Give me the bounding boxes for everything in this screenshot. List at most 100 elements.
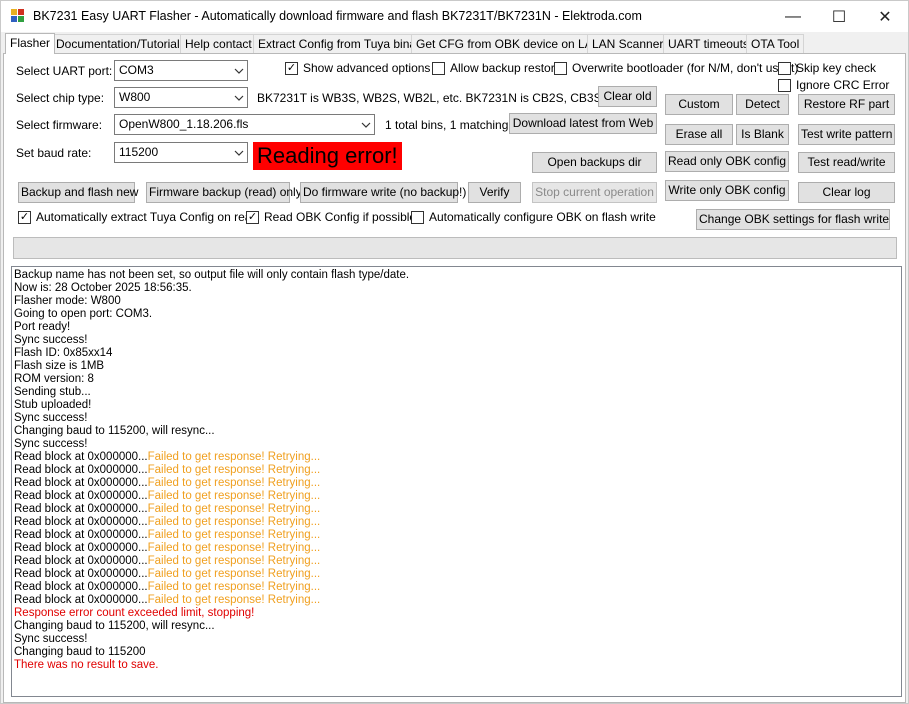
tab-ota-tool[interactable]: OTA Tool bbox=[746, 34, 805, 54]
baud-rate-label: Set baud rate: bbox=[16, 146, 92, 160]
clear-log-button[interactable]: Clear log bbox=[798, 182, 895, 203]
empty-checkbox-icon bbox=[432, 61, 445, 75]
chip-type-select[interactable]: W800 bbox=[114, 87, 248, 108]
log-text: Read block at 0x000000... bbox=[14, 477, 148, 489]
progress-bar bbox=[13, 237, 897, 259]
window-title: BK7231 Easy UART Flasher - Automatically… bbox=[33, 9, 642, 23]
log-line: Read block at 0x000000...Failed to get r… bbox=[14, 503, 901, 516]
tab-documentation[interactable]: Documentation/Tutorials bbox=[51, 34, 191, 54]
uart-port-label: Select UART port: bbox=[16, 64, 113, 78]
log-warning: Failed to get response! Retrying... bbox=[147, 451, 321, 463]
empty-checkbox-icon bbox=[554, 61, 567, 75]
log-line: Response error count exceeded limit, sto… bbox=[14, 607, 901, 620]
log-text: Changing baud to 115200 bbox=[14, 646, 146, 658]
erase-all-button[interactable]: Erase all bbox=[665, 124, 733, 145]
log-line: Port ready! bbox=[14, 321, 901, 334]
log-line: Changing baud to 115200 bbox=[14, 646, 901, 659]
log-warning: Failed to get response! Retrying... bbox=[147, 477, 321, 489]
overwrite-bootloader-checkbox[interactable]: Overwrite bootloader (for N/M, don't use… bbox=[554, 61, 798, 75]
tab-flasher[interactable]: Flasher bbox=[5, 33, 56, 54]
chevron-down-icon bbox=[234, 68, 244, 74]
change-obk-settings-button[interactable]: Change OBK settings for flash write bbox=[696, 209, 890, 230]
verify-button[interactable]: Verify bbox=[468, 182, 521, 203]
checkmark-icon: ✓ bbox=[285, 61, 298, 75]
log-line: Stub uploaded! bbox=[14, 399, 901, 412]
download-latest-button[interactable]: Download latest from Web bbox=[509, 113, 657, 134]
auto-extract-tuya-checkbox[interactable]: ✓ Automatically extract Tuya Config on r… bbox=[18, 210, 258, 224]
ignore-crc-checkbox[interactable]: Ignore CRC Error bbox=[778, 78, 889, 92]
log-line: Read block at 0x000000...Failed to get r… bbox=[14, 477, 901, 490]
log-line: There was no result to save. bbox=[14, 659, 901, 672]
log-warning: Failed to get response! Retrying... bbox=[147, 464, 321, 476]
custom-button[interactable]: Custom bbox=[665, 94, 733, 115]
log-textbox[interactable]: Backup name has not been set, so output … bbox=[11, 266, 902, 697]
chip-type-label: Select chip type: bbox=[16, 91, 105, 105]
log-line: Read block at 0x000000...Failed to get r… bbox=[14, 490, 901, 503]
read-only-obk-button[interactable]: Read only OBK config bbox=[665, 151, 789, 172]
log-text: Sync success! bbox=[14, 438, 88, 450]
maximize-button[interactable]: ☐ bbox=[816, 1, 862, 32]
minimize-button[interactable]: — bbox=[770, 1, 816, 32]
log-text: Changing baud to 115200, will resync... bbox=[14, 620, 215, 632]
log-line: Read block at 0x000000...Failed to get r… bbox=[14, 464, 901, 477]
log-error: There was no result to save. bbox=[14, 659, 159, 671]
read-obk-config-checkbox[interactable]: ✓ Read OBK Config if possible bbox=[246, 210, 416, 224]
title-bar[interactable]: BK7231 Easy UART Flasher - Automatically… bbox=[1, 1, 908, 32]
clear-old-button[interactable]: Clear old bbox=[598, 86, 657, 107]
log-line: Read block at 0x000000...Failed to get r… bbox=[14, 451, 901, 464]
log-text: Now is: 28 October 2025 18:56:35. bbox=[14, 282, 192, 294]
log-line: Read block at 0x000000...Failed to get r… bbox=[14, 529, 901, 542]
log-warning: Failed to get response! Retrying... bbox=[147, 503, 321, 515]
uart-port-select[interactable]: COM3 bbox=[114, 60, 248, 81]
open-backups-button[interactable]: Open backups dir bbox=[532, 152, 657, 173]
log-warning: Failed to get response! Retrying... bbox=[147, 490, 321, 502]
write-only-obk-button[interactable]: Write only OBK config bbox=[665, 180, 789, 201]
log-line: Read block at 0x000000...Failed to get r… bbox=[14, 542, 901, 555]
log-line: Sync success! bbox=[14, 438, 901, 451]
log-text: Going to open port: COM3. bbox=[14, 308, 153, 320]
log-error: Response error count exceeded limit, sto… bbox=[14, 607, 255, 619]
log-text: Sync success! bbox=[14, 334, 88, 346]
chevron-down-icon bbox=[361, 122, 371, 128]
log-line: Read block at 0x000000...Failed to get r… bbox=[14, 568, 901, 581]
restore-rf-button[interactable]: Restore RF part bbox=[798, 94, 895, 115]
log-text: Flasher mode: W800 bbox=[14, 295, 121, 307]
tab-help-contact[interactable]: Help contact bbox=[180, 34, 257, 54]
show-advanced-checkbox[interactable]: ✓ Show advanced options bbox=[285, 61, 430, 75]
do-firmware-write-button[interactable]: Do firmware write (no backup!) bbox=[300, 182, 466, 203]
log-text: Stub uploaded! bbox=[14, 399, 92, 411]
log-warning: Failed to get response! Retrying... bbox=[147, 581, 321, 593]
firmware-select[interactable]: OpenW800_1.18.206.fls bbox=[114, 114, 375, 135]
auto-configure-obk-checkbox[interactable]: Automatically configure OBK on flash wri… bbox=[411, 210, 656, 224]
log-text: ROM version: 8 bbox=[14, 373, 94, 385]
tab-lan-scanner[interactable]: LAN Scanner bbox=[587, 34, 669, 54]
chevron-down-icon bbox=[234, 150, 244, 156]
log-text: Backup name has not been set, so output … bbox=[14, 269, 410, 281]
close-button[interactable]: ✕ bbox=[862, 1, 908, 32]
test-write-pattern-button[interactable]: Test write pattern bbox=[798, 124, 895, 145]
log-line: Read block at 0x000000...Failed to get r… bbox=[14, 555, 901, 568]
log-line: Read block at 0x000000...Failed to get r… bbox=[14, 594, 901, 607]
log-line: Sync success! bbox=[14, 633, 901, 646]
stop-operation-button[interactable]: Stop current operation bbox=[532, 182, 657, 203]
log-text: Read block at 0x000000... bbox=[14, 490, 148, 502]
empty-checkbox-icon bbox=[778, 78, 791, 92]
allow-backup-restore-checkbox[interactable]: Allow backup restore bbox=[432, 61, 561, 75]
tab-extract-config[interactable]: Extract Config from Tuya binary bbox=[253, 34, 432, 54]
empty-checkbox-icon bbox=[411, 210, 424, 224]
test-read-write-button[interactable]: Test read/write bbox=[798, 152, 895, 173]
log-text: Flash ID: 0x85xx14 bbox=[14, 347, 113, 359]
is-blank-button[interactable]: Is Blank bbox=[736, 124, 789, 145]
log-line: Sending stub... bbox=[14, 386, 901, 399]
log-text: Sync success! bbox=[14, 633, 88, 645]
log-line: Flash size is 1MB bbox=[14, 360, 901, 373]
firmware-backup-button[interactable]: Firmware backup (read) only bbox=[146, 182, 302, 203]
log-text: Sending stub... bbox=[14, 386, 91, 398]
backup-flash-new-button[interactable]: Backup and flash new bbox=[18, 182, 138, 203]
detect-button[interactable]: Detect bbox=[736, 94, 789, 115]
baud-rate-select[interactable]: 115200 bbox=[114, 142, 248, 163]
tab-uart-timeouts[interactable]: UART timeouts bbox=[663, 34, 754, 54]
firmware-value: OpenW800_1.18.206.fls bbox=[119, 117, 249, 131]
tab-get-cfg-lan[interactable]: Get CFG from OBK device on LAN bbox=[411, 34, 607, 54]
skip-key-check-checkbox[interactable]: Skip key check bbox=[778, 61, 876, 75]
